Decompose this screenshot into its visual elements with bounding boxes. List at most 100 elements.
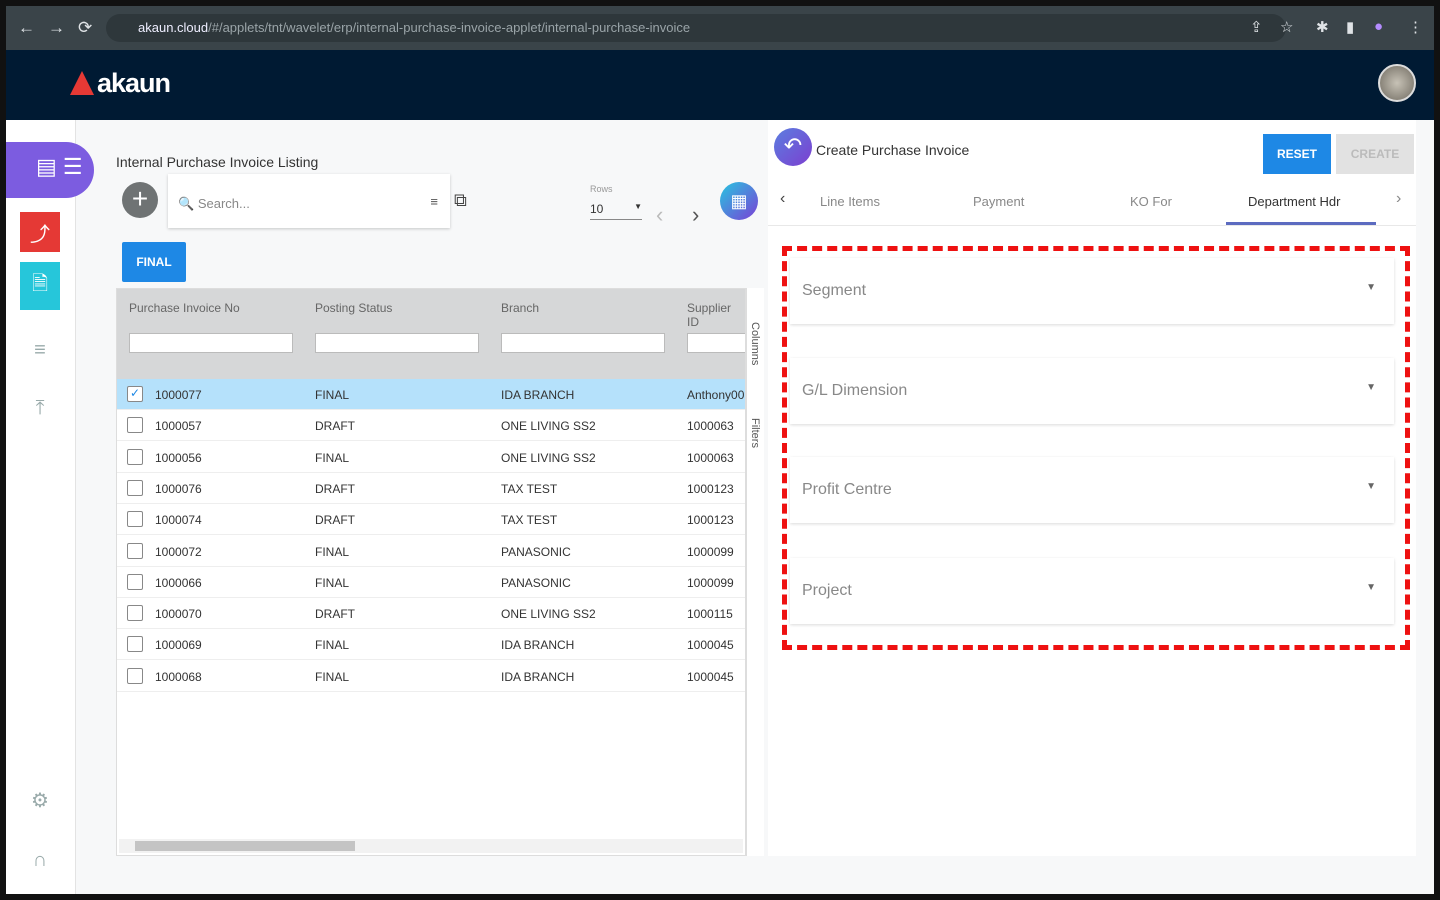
project-select[interactable]: Project ▼ xyxy=(790,558,1394,624)
supplier-cell: Anthony00 xyxy=(687,388,745,402)
tab-payment[interactable]: Payment xyxy=(973,194,1024,209)
column-header[interactable]: Branch xyxy=(501,301,539,315)
segment-select[interactable]: Segment ▼ xyxy=(790,258,1394,324)
pdf-icon[interactable]: ⤴ xyxy=(20,212,60,252)
dropdown-arrow-icon: ▼ xyxy=(1366,582,1376,593)
branch-cell: IDA BRANCH xyxy=(501,638,575,653)
row-checkbox[interactable] xyxy=(127,573,143,590)
table-row[interactable]: 1000069 FINAL IDA BRANCH 1000045 xyxy=(117,629,745,661)
filter-input[interactable] xyxy=(315,333,479,353)
profit-centre-select[interactable]: Profit Centre ▼ xyxy=(790,457,1394,523)
row-checkbox[interactable] xyxy=(127,511,143,528)
table-row[interactable]: 1000074 DRAFT TAX TEST 1000123 xyxy=(117,504,745,536)
listing-panel: Internal Purchase Invoice Listing + 🔍 Se… xyxy=(116,126,764,856)
browser-toolbar: ← → ⟳ akaun.cloud/#/applets/tnt/wavelet/… xyxy=(6,6,1434,50)
supplier-cell: 1000045 xyxy=(687,638,734,653)
branch-cell: ONE LIVING SS2 xyxy=(501,607,596,622)
upload-icon[interactable]: ⤒ xyxy=(20,388,60,428)
prev-page-icon[interactable]: ‹ xyxy=(656,202,663,228)
table-row[interactable]: 1000056 FINAL ONE LIVING SS2 1000063 xyxy=(117,442,745,473)
create-button[interactable]: CREATE xyxy=(1336,134,1414,174)
status-cell: FINAL xyxy=(315,388,350,402)
invoice-no-cell: 1000076 xyxy=(155,481,202,496)
supplier-cell: 1000063 xyxy=(687,450,734,465)
invoice-no-cell: 1000057 xyxy=(155,419,202,434)
filter-input[interactable] xyxy=(687,333,745,353)
status-cell: DRAFT xyxy=(315,513,355,528)
filters-tab[interactable]: Filters xyxy=(749,418,761,448)
horizontal-scrollbar[interactable] xyxy=(119,839,743,853)
tab-line-items[interactable]: Line Items xyxy=(820,194,880,209)
headset-icon[interactable]: ∩ xyxy=(20,840,60,880)
extensions-icon[interactable]: ✱ xyxy=(1316,18,1329,36)
reload-icon[interactable]: ⟳ xyxy=(78,18,92,38)
profile-icon[interactable]: ● xyxy=(1374,18,1383,35)
table-header: Purchase Invoice No Posting Status Branc… xyxy=(117,289,745,379)
columns-tab[interactable]: Columns xyxy=(749,322,761,365)
forward-icon[interactable]: → xyxy=(48,18,65,38)
share-icon[interactable]: ⇪ xyxy=(1250,18,1263,36)
settings-icon[interactable]: ⚙ xyxy=(20,780,60,820)
column-header[interactable]: Supplier ID xyxy=(687,301,745,329)
tab-scroll-right-icon[interactable]: › xyxy=(1396,190,1401,208)
dropdown-arrow-icon: ▼ xyxy=(1366,382,1376,393)
back-icon[interactable]: ← xyxy=(18,18,35,38)
invoice-no-cell: 1000069 xyxy=(155,638,202,653)
tab-ko-for[interactable]: KO For xyxy=(1130,194,1172,209)
next-page-icon[interactable]: › xyxy=(692,202,699,228)
search-input[interactable]: 🔍 Search... ≡ xyxy=(168,174,450,228)
table-row[interactable]: 1000068 FINAL IDA BRANCH 1000045 xyxy=(117,661,745,692)
column-header[interactable]: Posting Status xyxy=(315,301,392,315)
column-header[interactable]: Purchase Invoice No xyxy=(129,301,240,315)
avatar[interactable] xyxy=(1378,64,1416,102)
table-row[interactable]: 1000072 FINAL PANASONIC 1000099 xyxy=(117,536,745,567)
row-checkbox[interactable] xyxy=(127,667,143,684)
side-tool-panel: Columns Filters xyxy=(746,288,764,856)
table-row[interactable]: 1000070 DRAFT ONE LIVING SS2 1000115 xyxy=(117,598,745,630)
clipboard-icon: ▤ ☰ xyxy=(36,154,83,179)
rows-select[interactable]: 10 ▼ xyxy=(590,202,642,220)
filter-input[interactable] xyxy=(129,333,293,353)
branch-cell: TAX TEST xyxy=(501,481,558,496)
active-tab-indicator xyxy=(1226,222,1376,225)
final-button[interactable]: FINAL xyxy=(122,242,186,282)
row-checkbox[interactable] xyxy=(127,605,143,622)
grid-view-button[interactable]: ▦ xyxy=(720,182,758,220)
sidepanel-icon[interactable]: ▮ xyxy=(1346,18,1354,36)
branch-cell: PANASONIC xyxy=(501,575,571,590)
tab-scroll-left-icon[interactable]: ‹ xyxy=(780,190,785,208)
row-checkbox[interactable] xyxy=(127,448,143,465)
menu-icon[interactable]: ⋮ xyxy=(1408,18,1423,36)
form-tabs: ‹ Line Items Payment KO For Department H… xyxy=(768,176,1416,226)
table-row[interactable]: 1000057 DRAFT ONE LIVING SS2 1000063 xyxy=(117,410,745,442)
row-checkbox[interactable] xyxy=(127,636,143,653)
back-button[interactable]: ↶ xyxy=(774,128,812,166)
row-checkbox[interactable] xyxy=(127,417,143,434)
supplier-cell: 1000123 xyxy=(687,481,734,496)
row-checkbox[interactable] xyxy=(127,542,143,559)
table-row[interactable]: 1000076 DRAFT TAX TEST 1000123 xyxy=(117,473,745,504)
invoice-no-cell: 1000074 xyxy=(155,513,202,528)
table-row[interactable]: 1000066 FINAL PANASONIC 1000099 xyxy=(117,567,745,598)
document-icon[interactable]: 🗎 xyxy=(20,262,60,310)
row-checkbox[interactable] xyxy=(127,479,143,496)
tab-department-hdr[interactable]: Department Hdr xyxy=(1248,194,1340,209)
filter-input[interactable] xyxy=(501,333,665,353)
gl-dimension-select[interactable]: G/L Dimension ▼ xyxy=(790,358,1394,424)
akaun-logo[interactable]: akaun xyxy=(70,68,171,99)
sidebar-item-invoice[interactable]: ▤ ☰ xyxy=(6,142,94,198)
list-icon[interactable]: ≡ xyxy=(20,330,60,370)
star-icon[interactable]: ☆ xyxy=(1280,18,1293,36)
supplier-cell: 1000099 xyxy=(687,575,734,590)
branch-cell: ONE LIVING SS2 xyxy=(501,450,596,465)
dropdown-arrow-icon: ▼ xyxy=(1366,481,1376,492)
add-button[interactable]: + xyxy=(122,182,158,218)
table-row[interactable]: ✓ 1000077 FINAL IDA BRANCH Anthony00 xyxy=(117,379,745,410)
filter-icon[interactable]: ≡ xyxy=(430,194,438,209)
row-checkbox[interactable]: ✓ xyxy=(127,386,143,402)
supplier-cell: 1000099 xyxy=(687,544,734,559)
address-bar[interactable]: akaun.cloud/#/applets/tnt/wavelet/erp/in… xyxy=(106,14,1286,42)
reset-button[interactable]: RESET xyxy=(1263,134,1331,174)
invoice-no-cell: 1000066 xyxy=(155,575,202,590)
copy-icon[interactable]: ⧉ xyxy=(454,190,467,211)
